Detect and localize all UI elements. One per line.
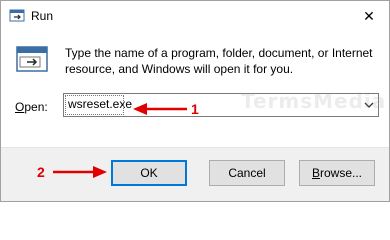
open-label-text: pen: [24, 100, 48, 114]
dialog-description: Type the name of a program, folder, docu… [65, 46, 373, 76]
open-label: Open: [15, 100, 48, 114]
close-button[interactable]: ✕ [355, 3, 383, 29]
browse-mnemonic: B [311, 166, 320, 180]
dialog-body: Type the name of a program, folder, docu… [1, 31, 389, 139]
dialog-footer: 2 OK Cancel Browse... [1, 147, 389, 201]
close-icon: ✕ [363, 7, 375, 24]
watermark: TermsMedia [241, 89, 387, 113]
step1-label: 1 [191, 101, 199, 117]
browse-button-label: rowse... [320, 166, 363, 180]
run-app-icon [9, 9, 25, 22]
browse-button[interactable]: Browse... [299, 160, 375, 186]
step1-arrow-icon [133, 103, 187, 115]
open-label-mnemonic: O [15, 100, 25, 114]
cancel-button[interactable]: Cancel [209, 160, 285, 186]
title-bar[interactable]: Run ✕ [1, 1, 389, 31]
run-dialog-icon [16, 46, 48, 72]
step2-label: 2 [37, 164, 45, 180]
ok-button[interactable]: OK [111, 160, 187, 186]
window-title: Run [31, 9, 54, 23]
ok-button-label: OK [140, 166, 158, 180]
run-dialog: Run ✕ Type the name of a program, folder… [0, 0, 390, 202]
step2-arrow-icon [53, 166, 107, 178]
open-input[interactable]: wsreset.exe [68, 97, 132, 111]
cancel-button-label: Cancel [228, 166, 266, 180]
